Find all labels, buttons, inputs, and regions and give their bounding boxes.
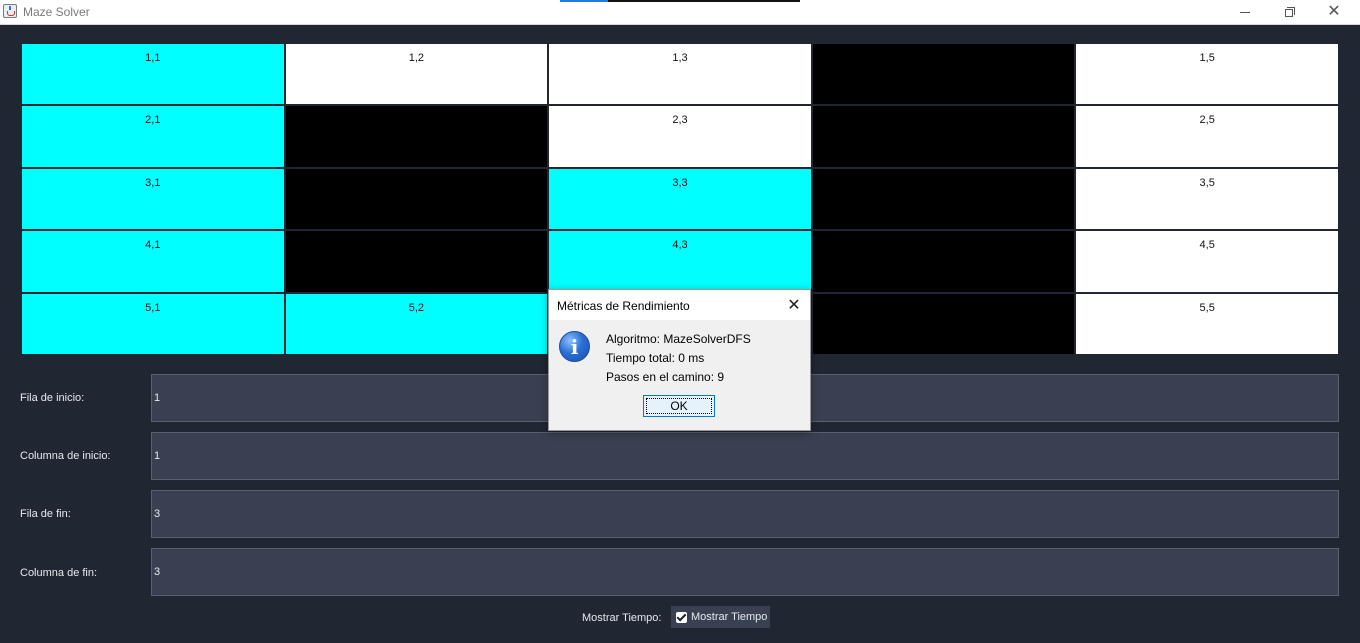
maze-cell[interactable] bbox=[285, 168, 548, 230]
close-icon: ✕ bbox=[1327, 3, 1341, 20]
maze-cell[interactable] bbox=[812, 293, 1075, 354]
maze-cell[interactable] bbox=[812, 106, 1075, 167]
maze-cell[interactable] bbox=[812, 168, 1075, 230]
minimize-icon bbox=[1240, 11, 1250, 13]
maze-cell[interactable]: 3,1 bbox=[22, 168, 284, 230]
dialog-close-button[interactable]: ✕ bbox=[784, 295, 804, 315]
maze-cell[interactable]: 2,5 bbox=[1076, 106, 1338, 167]
restore-icon bbox=[1285, 7, 1295, 17]
close-icon: ✕ bbox=[787, 297, 801, 314]
start-row-label: Fila de inicio: bbox=[20, 392, 85, 404]
maze-cell[interactable] bbox=[812, 231, 1075, 292]
maze-cell[interactable]: 1,1 bbox=[22, 44, 284, 105]
maze-cell[interactable]: 2,3 bbox=[549, 106, 811, 167]
maze-cell[interactable]: 1,3 bbox=[549, 44, 811, 105]
maze-cell[interactable] bbox=[812, 44, 1075, 105]
restore-button[interactable] bbox=[1267, 0, 1313, 24]
maze-cell[interactable]: 1,2 bbox=[285, 44, 548, 105]
end-row-label: Fila de fin: bbox=[20, 508, 71, 520]
maze-cell[interactable]: 5,5 bbox=[1076, 293, 1338, 354]
dialog-titlebar: Métricas de Rendimiento ✕ bbox=[549, 290, 810, 320]
maze-cell[interactable]: 5,2 bbox=[285, 293, 548, 354]
ok-button[interactable]: OK bbox=[643, 395, 715, 417]
titlebar-accent-strip bbox=[560, 0, 608, 2]
maze-cell[interactable]: 4,1 bbox=[22, 231, 284, 292]
end-row-input[interactable]: 3 bbox=[151, 490, 1339, 538]
maze-cell[interactable]: 2,1 bbox=[22, 106, 284, 167]
java-app-icon bbox=[3, 4, 17, 18]
window-title: Maze Solver bbox=[23, 5, 90, 19]
metrics-dialog: Métricas de Rendimiento ✕ i Algoritmo: M… bbox=[548, 289, 811, 431]
maze-cell[interactable]: 1,5 bbox=[1076, 44, 1338, 105]
dialog-algorithm-text: Algoritmo: MazeSolverDFS bbox=[606, 332, 751, 346]
end-col-input[interactable]: 3 bbox=[151, 548, 1339, 596]
window-titlebar: Maze Solver ✕ bbox=[0, 0, 1360, 25]
maze-cell[interactable]: 5,1 bbox=[22, 293, 284, 354]
dialog-time-text: Tiempo total: 0 ms bbox=[606, 351, 705, 365]
maze-cell[interactable] bbox=[285, 106, 548, 167]
show-time-label: Mostrar Tiempo: bbox=[582, 612, 662, 624]
ok-button-label: OK bbox=[670, 399, 688, 413]
start-col-label: Columna de inicio: bbox=[20, 450, 111, 462]
minimize-button[interactable] bbox=[1222, 0, 1268, 24]
end-col-label: Columna de fin: bbox=[20, 567, 98, 579]
maze-cell[interactable]: 4,3 bbox=[549, 231, 811, 292]
maze-cell[interactable] bbox=[285, 231, 548, 292]
dialog-title: Métricas de Rendimiento bbox=[557, 299, 690, 313]
info-icon: i bbox=[559, 331, 590, 362]
show-time-checkbox[interactable]: Mostrar Tiempo bbox=[671, 606, 770, 628]
maze-cell[interactable]: 3,3 bbox=[549, 168, 811, 230]
start-col-input[interactable]: 1 bbox=[151, 432, 1339, 480]
dialog-steps-text: Pasos en el camino: 9 bbox=[606, 370, 725, 384]
titlebar-dark-strip bbox=[608, 0, 800, 2]
maze-cell[interactable]: 3,5 bbox=[1076, 168, 1338, 230]
checkbox-checked-icon[interactable] bbox=[676, 611, 687, 623]
close-window-button[interactable]: ✕ bbox=[1311, 0, 1357, 24]
show-time-checkbox-label: Mostrar Tiempo bbox=[691, 611, 768, 623]
maze-cell[interactable]: 4,5 bbox=[1076, 231, 1338, 292]
